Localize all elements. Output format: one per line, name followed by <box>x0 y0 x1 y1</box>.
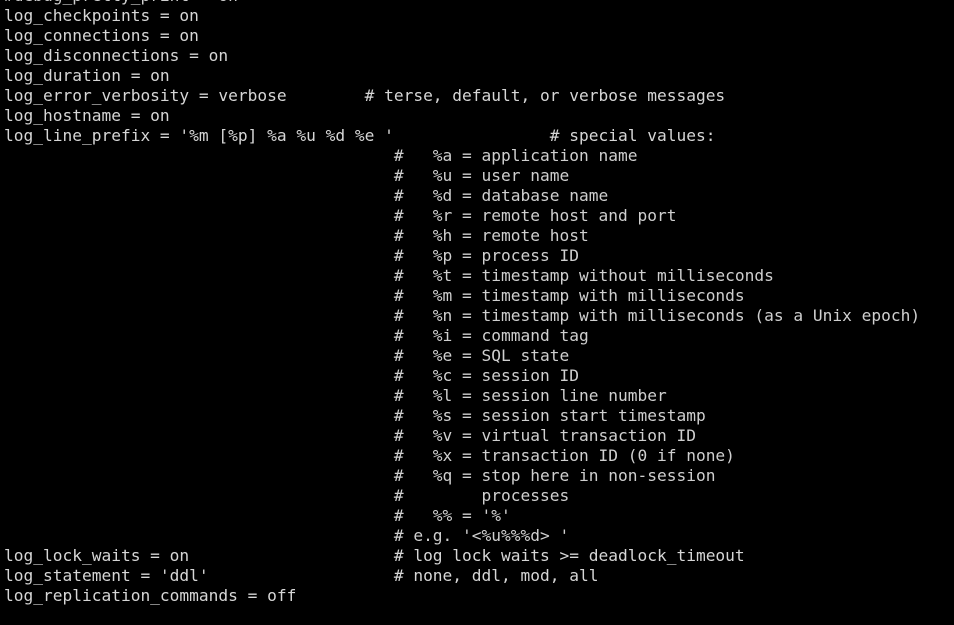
config-line: # %s = session start timestamp <box>4 406 706 425</box>
config-line: log_checkpoints = on <box>4 6 199 25</box>
config-line <box>4 606 954 625</box>
config-line: # processes <box>4 486 570 505</box>
config-line: # %a = application name <box>4 146 638 165</box>
config-line: log_connections = on <box>4 26 199 45</box>
config-line: # %n = timestamp with milliseconds (as a… <box>4 306 921 325</box>
config-line: # e.g. '<%u%%%d> ' <box>4 526 570 545</box>
config-line: # %i = command tag <box>4 326 589 345</box>
config-line: log_line_prefix = '%m [%p] %a %u %d %e '… <box>4 126 716 145</box>
config-line: # %q = stop here in non-session <box>4 466 716 485</box>
config-line: log_duration = on <box>4 66 170 85</box>
config-line: log_statement = 'ddl' # none, ddl, mod, … <box>4 566 599 585</box>
config-line: # %d = database name <box>4 186 609 205</box>
config-line: log_disconnections = on <box>4 46 229 65</box>
config-line: log_error_verbosity = verbose # terse, d… <box>4 86 726 105</box>
config-line: # %p = process ID <box>4 246 579 265</box>
config-line: # %e = SQL state <box>4 346 570 365</box>
config-line: # %x = transaction ID (0 if none) <box>4 446 735 465</box>
terminal-window[interactable]: #debug_pretty_print = onlog_checkpoints … <box>0 0 954 625</box>
config-line: # %% = '%' <box>4 506 511 525</box>
config-line: # %u = user name <box>4 166 570 185</box>
config-line: log_hostname = on <box>4 106 170 125</box>
config-line: # %c = session ID <box>4 366 579 385</box>
config-line: # %m = timestamp with milliseconds <box>4 286 745 305</box>
config-line: # %r = remote host and port <box>4 206 677 225</box>
config-file-text[interactable]: #debug_pretty_print = onlog_checkpoints … <box>4 0 954 625</box>
config-line: log_lock_waits = on # log lock waits >= … <box>4 546 745 565</box>
config-line: log_replication_commands = off <box>4 586 297 605</box>
config-line: # %v = virtual transaction ID <box>4 426 696 445</box>
config-line: # %t = timestamp without milliseconds <box>4 266 774 285</box>
config-line: # %h = remote host <box>4 226 589 245</box>
config-line: # %l = session line number <box>4 386 667 405</box>
